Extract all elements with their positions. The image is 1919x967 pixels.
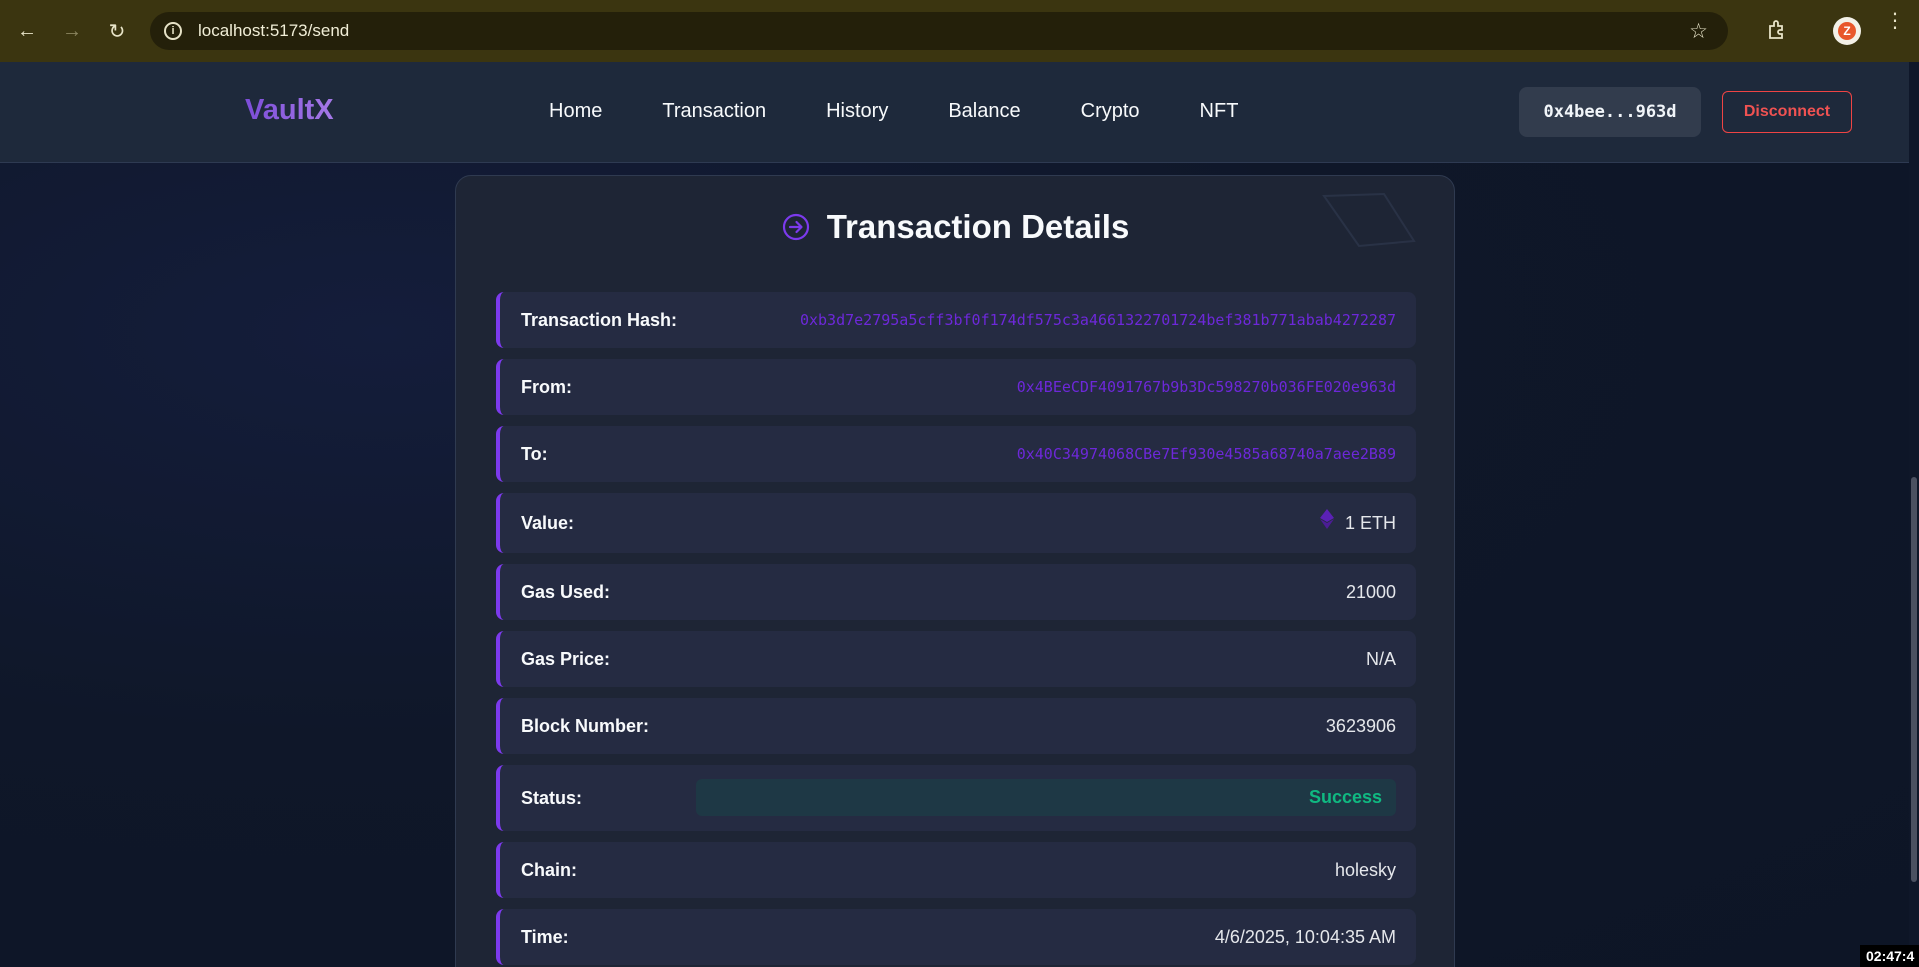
app-logo[interactable]: VaultX — [245, 94, 334, 127]
detail-row-to: To: 0x40C34974068CBe7Ef930e4585a68740a7a… — [496, 426, 1416, 482]
status-badge: Success — [696, 779, 1396, 816]
nav-transaction[interactable]: Transaction — [662, 100, 766, 123]
browser-menu-icon[interactable]: ⋮ — [1885, 11, 1905, 31]
system-clock: 02:47:4 — [1860, 945, 1919, 967]
detail-row-chain: Chain: holesky — [496, 842, 1416, 898]
address-bar[interactable]: i localhost:5173/send ☆ — [150, 12, 1728, 50]
detail-row-hash: Transaction Hash: 0xb3d7e2795a5cff3bf0f1… — [496, 292, 1416, 348]
scrollbar-thumb[interactable] — [1911, 477, 1917, 882]
app-header: VaultX Home Transaction History Balance … — [0, 62, 1909, 163]
page-scrollbar[interactable] — [1909, 62, 1919, 967]
detail-row-from: From: 0x4BEeCDF4091767b9b3Dc598270b036FE… — [496, 359, 1416, 415]
card-title: Transaction Details — [826, 208, 1130, 245]
card-header: Transaction Details — [456, 208, 1454, 246]
ethereum-icon — [1319, 509, 1334, 529]
nav-balance[interactable]: Balance — [948, 100, 1020, 123]
gas-used-value: 21000 — [1345, 581, 1396, 602]
from-address-value[interactable]: 0x4BEeCDF4091767b9b3Dc598270b036FE020e96… — [1017, 378, 1396, 396]
detail-label: Gas Used: — [521, 581, 611, 602]
nav-nft[interactable]: NFT — [1200, 100, 1239, 123]
reload-icon[interactable]: ↻ — [99, 13, 135, 49]
detail-label: Time: — [521, 926, 569, 947]
nav-crypto[interactable]: Crypto — [1081, 100, 1140, 123]
browser-toolbar: ← → ↻ i localhost:5173/send ☆ Z ⋮ — [0, 0, 1919, 62]
detail-label: Value: — [521, 512, 575, 533]
detail-label: Gas Price: — [521, 648, 611, 669]
value-text: 1 ETH — [1344, 512, 1396, 533]
detail-row-block: Block Number: 3623906 — [496, 698, 1416, 754]
detail-label: Status: — [521, 787, 583, 808]
detail-row-gas-price: Gas Price: N/A — [496, 631, 1416, 687]
url-text: localhost:5173/send — [198, 21, 350, 40]
to-address-value[interactable]: 0x40C34974068CBe7Ef930e4585a68740a7aee2B… — [1017, 445, 1396, 463]
transaction-details-card: Transaction Details Transaction Hash: 0x… — [455, 175, 1455, 967]
detail-label: Transaction Hash: — [521, 309, 678, 330]
block-number-value: 3623906 — [1325, 715, 1396, 736]
detail-label: Chain: — [521, 859, 577, 880]
disconnect-button[interactable]: Disconnect — [1722, 91, 1852, 133]
extensions-icon[interactable] — [1766, 18, 1788, 40]
gas-price-value: N/A — [1365, 648, 1396, 669]
page: VaultX Home Transaction History Balance … — [0, 62, 1909, 967]
nav-history[interactable]: History — [826, 100, 888, 123]
profile-avatar[interactable]: Z — [1833, 17, 1861, 45]
wallet-address-chip[interactable]: 0x4bee...963d — [1519, 87, 1701, 137]
detail-row-status: Status: Success — [496, 765, 1416, 831]
value-amount: 1 ETH — [1319, 509, 1396, 534]
nav-home[interactable]: Home — [549, 100, 602, 123]
main-nav: Home Transaction History Balance Crypto … — [549, 100, 1298, 123]
details-list: Transaction Hash: 0xb3d7e2795a5cff3bf0f1… — [496, 292, 1416, 967]
detail-label: From: — [521, 376, 572, 397]
bookmark-star-icon[interactable]: ☆ — [1689, 19, 1708, 44]
back-icon[interactable]: ← — [9, 13, 45, 49]
transaction-hash-value[interactable]: 0xb3d7e2795a5cff3bf0f174df575c3a46613227… — [800, 311, 1396, 329]
forward-icon[interactable]: → — [54, 13, 90, 49]
detail-label: To: — [521, 443, 548, 464]
chain-value: holesky — [1334, 859, 1396, 880]
arrow-circle-icon — [782, 213, 809, 241]
time-value: 4/6/2025, 10:04:35 AM — [1214, 926, 1396, 947]
detail-row-value: Value: 1 ETH — [496, 493, 1416, 553]
site-info-icon[interactable]: i — [164, 22, 182, 40]
detail-label: Block Number: — [521, 715, 650, 736]
detail-row-time: Time: 4/6/2025, 10:04:35 AM — [496, 909, 1416, 965]
detail-row-gas-used: Gas Used: 21000 — [496, 564, 1416, 620]
